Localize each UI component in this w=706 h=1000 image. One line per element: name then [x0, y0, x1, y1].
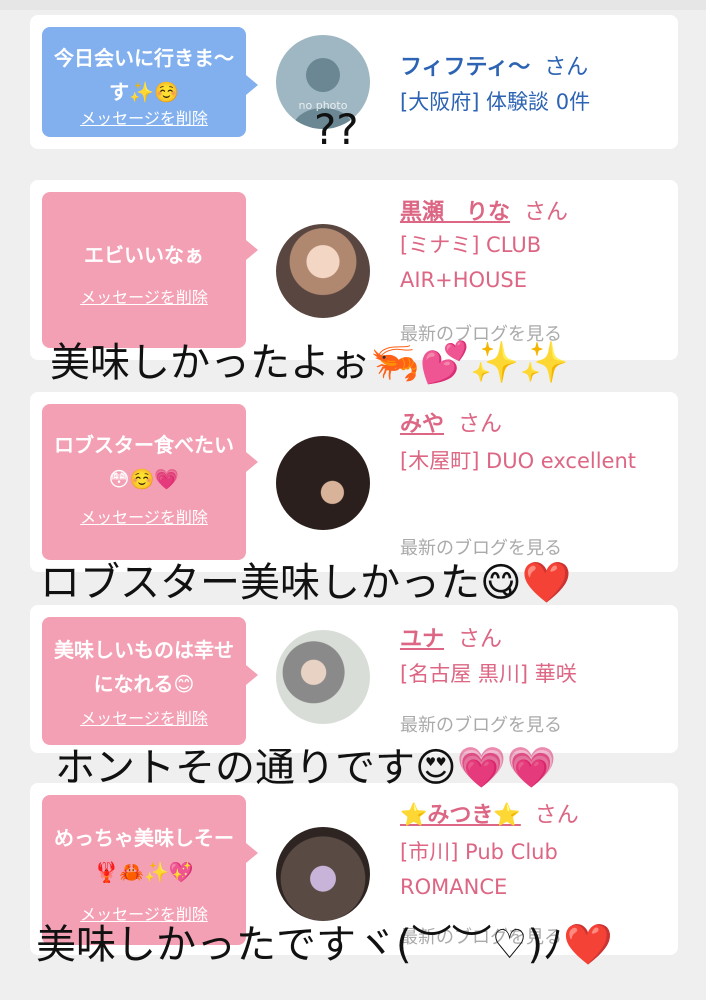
message-text: 今日会いに行きま〜す✨☺️	[54, 46, 234, 104]
cast-info: [名古屋 黒川] 華咲	[400, 662, 577, 686]
avatar[interactable]	[276, 436, 370, 530]
name-row: 黒瀬 りな さん	[400, 194, 568, 226]
cast-name[interactable]: フィフティ〜	[400, 55, 530, 80]
message-text: 美味しいものは幸せになれる😊	[54, 638, 234, 696]
cast-name[interactable]: 黒瀬 りな	[400, 200, 510, 225]
delete-message-link[interactable]: メッセージを削除	[42, 504, 246, 528]
message-text: エビいいなぁ	[84, 243, 204, 267]
delete-message-link[interactable]: メッセージを削除	[42, 105, 246, 129]
cast-name[interactable]: ⭐みつき⭐	[400, 803, 521, 828]
message-bubble: エビいいなぁ メッセージを削除	[42, 192, 258, 348]
avatar[interactable]	[276, 630, 370, 724]
annotation-reply: ロブスター美味しかった😋❤️	[40, 560, 572, 606]
latest-blog-link[interactable]: 最新のブログを見る	[400, 711, 562, 737]
name-row: ユナ さん	[400, 621, 502, 653]
honorific: さん	[544, 55, 589, 80]
cast-info: [ミナミ] CLUB AIR+HOUSE	[400, 233, 542, 292]
message-bubble: ロブスター食べたい😳☺️💗 メッセージを削除	[42, 404, 258, 560]
message-bubble: 美味しいものは幸せになれる😊 メッセージを削除	[42, 617, 258, 745]
cast-name[interactable]: みや	[400, 412, 444, 437]
avatar[interactable]	[276, 827, 370, 921]
cast-info: [木屋町] DUO excellent	[400, 449, 637, 473]
annotation-reply: 美味しかったですヾ(︶︶♡)ﾉ❤️	[36, 922, 613, 968]
name-row: みや さん	[400, 406, 502, 438]
avatar[interactable]	[276, 224, 370, 318]
annotation-reply: ホントその通りです😍💗💗	[55, 745, 557, 791]
honorific: さん	[458, 412, 503, 437]
delete-message-link[interactable]: メッセージを削除	[42, 705, 246, 729]
annotation-reply: 美味しかったよぉ🦐💕✨✨	[50, 340, 570, 386]
cast-name[interactable]: ユナ	[400, 627, 444, 652]
honorific: さん	[524, 200, 569, 225]
delete-message-link[interactable]: メッセージを削除	[42, 284, 246, 308]
cast-info: [大阪府] 体験談 0件	[400, 90, 591, 114]
honorific: さん	[458, 627, 503, 652]
message-text: めっちゃ美味しそー🦞🦀✨💖	[54, 826, 234, 884]
message-text: ロブスター食べたい😳☺️💗	[54, 433, 234, 491]
top-divider	[0, 0, 706, 10]
message-card: ロブスター食べたい😳☺️💗 メッセージを削除 みや さん [木屋町] DUO ex…	[30, 392, 678, 572]
message-bubble: 今日会いに行きま〜す✨☺️ メッセージを削除	[42, 27, 258, 137]
name-row: ⭐みつき⭐ さん	[400, 797, 579, 829]
name-row: フィフティ〜 さん	[400, 49, 588, 81]
cast-info: [市川] Pub Club ROMANCE	[400, 840, 558, 899]
annotation-question: ??	[314, 105, 359, 154]
message-card: 美味しいものは幸せになれる😊 メッセージを削除 ユナ さん [名古屋 黒川] 華咲…	[30, 605, 678, 753]
honorific: さん	[534, 803, 579, 828]
